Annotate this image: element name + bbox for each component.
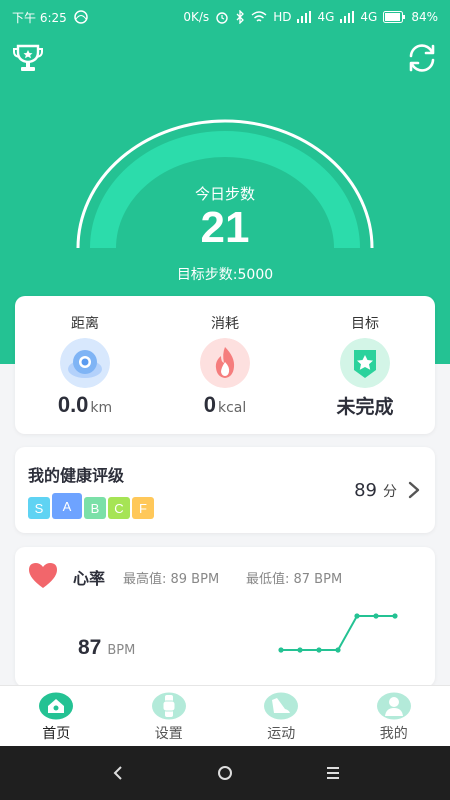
stat-goal[interactable]: 目标 未完成 xyxy=(295,296,435,434)
shell-icon xyxy=(74,10,88,24)
user-icon xyxy=(376,692,411,720)
heart-rate-max: 最高值: 89 BPM xyxy=(123,572,220,587)
bluetooth-icon xyxy=(236,10,245,24)
home-circle-icon[interactable] xyxy=(212,760,238,786)
grade-b: B xyxy=(84,497,106,519)
heart-rate-unit: BPM xyxy=(107,643,136,658)
stat-goal-value: 未完成 xyxy=(336,396,394,418)
home-icon xyxy=(39,692,74,720)
system-nav-bar xyxy=(0,746,450,800)
health-score-value: 89 xyxy=(354,480,377,501)
grade-scale: S A B C F xyxy=(28,493,154,519)
back-icon[interactable] xyxy=(105,760,131,786)
status-hd: HD xyxy=(273,10,292,24)
grade-f: F xyxy=(132,497,154,519)
nav-home-label: 首页 xyxy=(42,726,71,742)
flame-icon xyxy=(200,338,250,388)
nav-mine[interactable]: 我的 xyxy=(338,686,450,746)
stat-calories-unit: kcal xyxy=(217,400,247,416)
location-icon xyxy=(60,338,110,388)
stat-distance-value: 0.0 xyxy=(57,392,89,417)
status-battery: 84% xyxy=(411,10,438,24)
grade-c: C xyxy=(108,497,130,519)
stat-calories-value: 0 xyxy=(203,392,216,417)
heart-rate-sparkline xyxy=(278,613,398,653)
stat-distance-unit: km xyxy=(90,400,113,416)
nav-settings-label: 设置 xyxy=(154,726,183,742)
status-4g-2: 4G xyxy=(360,10,378,24)
nav-mine-label: 我的 xyxy=(379,726,408,742)
sparkline-point-0 xyxy=(278,647,284,653)
wifi-icon xyxy=(251,11,267,22)
heart-rate-value: 87 xyxy=(78,636,102,659)
status-4g-1: 4G xyxy=(317,10,335,24)
sparkline-path xyxy=(281,615,395,651)
heart-rate-card[interactable]: 心率 最高值: 89 BPM 最低值: 87 BPM 87 BPM xyxy=(15,547,435,687)
nav-home[interactable]: 首页 xyxy=(0,686,113,746)
stat-distance[interactable]: 距离 0.0 km xyxy=(15,296,155,434)
battery-icon xyxy=(383,11,406,23)
nav-sport-label: 运动 xyxy=(267,726,296,742)
goal-steps-label: 目标步数:5000 xyxy=(176,267,274,283)
star-badge-icon xyxy=(340,338,390,388)
health-rating-title: 我的健康评级 xyxy=(28,466,125,485)
health-score: 89 分 xyxy=(354,480,397,501)
steps-value: 21 xyxy=(200,203,250,252)
signal-icon xyxy=(297,11,312,23)
health-rating-card[interactable]: 我的健康评级 S A B C F 89 分 xyxy=(15,447,435,533)
sparkline-point-6 xyxy=(392,613,398,619)
nav-settings[interactable]: 设置 xyxy=(113,686,226,746)
stat-goal-title: 目标 xyxy=(351,316,379,332)
stat-distance-title: 距离 xyxy=(71,316,99,332)
sparkline-point-4 xyxy=(354,613,360,619)
heart-icon xyxy=(29,563,57,588)
grade-a: A xyxy=(52,493,82,519)
shoe-icon xyxy=(264,692,299,720)
status-time: 下午 6:25 xyxy=(12,10,67,25)
summary-card: 距离 0.0 km 消耗 0 kcal 目标 未完成 xyxy=(15,296,435,434)
bottom-nav: 首页 设置 运动 我的 xyxy=(0,685,450,746)
status-bar: 下午 6:25 0K/s HD 4G 4G 84% xyxy=(0,0,450,34)
stat-calories-title: 消耗 xyxy=(211,316,239,332)
nav-sport[interactable]: 运动 xyxy=(225,686,338,746)
today-steps-label: 今日步数 xyxy=(194,185,255,203)
health-score-unit: 分 xyxy=(383,484,397,500)
watch-icon xyxy=(151,692,186,720)
sparkline-point-1 xyxy=(297,647,303,653)
heart-rate-min: 最低值: 87 BPM xyxy=(246,572,343,587)
sparkline-point-5 xyxy=(373,613,379,619)
sparkline-point-2 xyxy=(316,647,322,653)
trophy-icon[interactable] xyxy=(12,42,44,74)
sparkline-point-3 xyxy=(335,647,341,653)
menu-icon[interactable] xyxy=(320,760,346,786)
stat-calories[interactable]: 消耗 0 kcal xyxy=(155,296,295,434)
refresh-icon[interactable] xyxy=(406,42,438,74)
status-speed: 0K/s xyxy=(183,10,210,24)
heart-rate-title: 心率 xyxy=(73,569,106,588)
signal-icon-2 xyxy=(340,11,355,23)
chevron-right-icon[interactable] xyxy=(407,480,421,500)
alarm-icon xyxy=(216,12,228,24)
grade-s: S xyxy=(28,497,50,519)
